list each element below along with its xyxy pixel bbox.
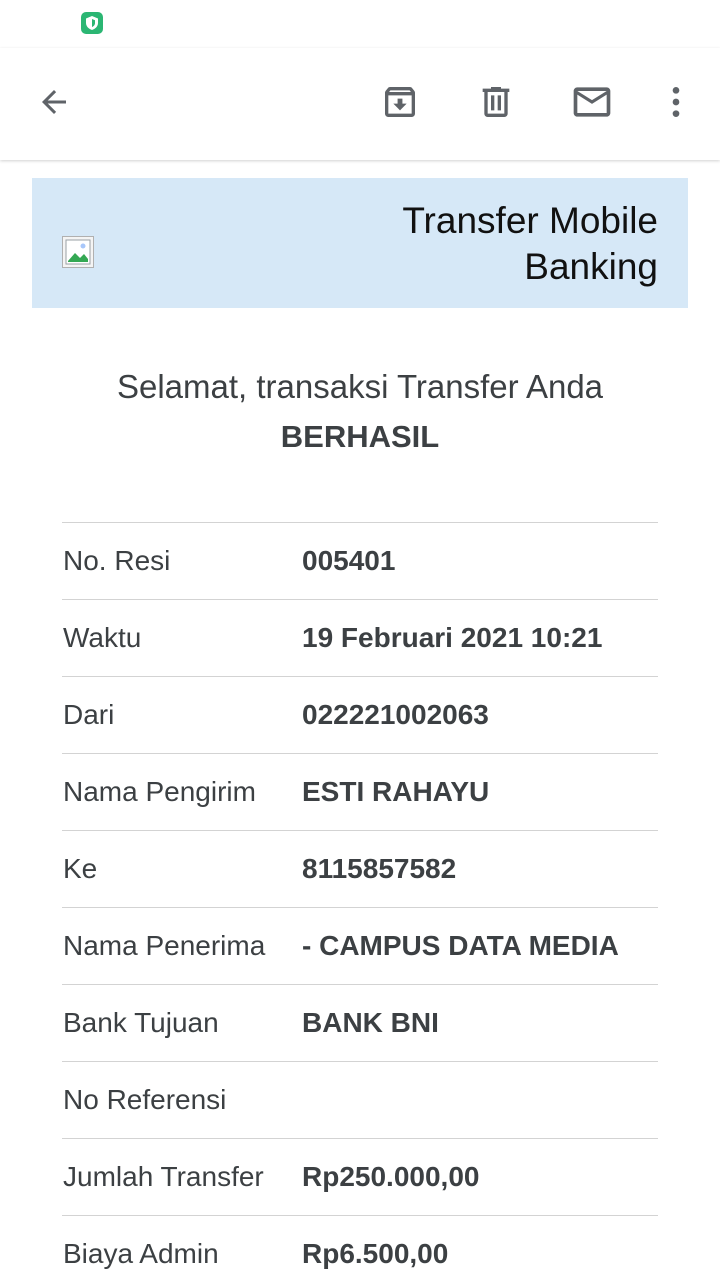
- row-value: Rp250.000,00: [302, 1161, 480, 1192]
- row-label: Dari: [63, 699, 115, 730]
- more-vert-icon: [672, 87, 680, 117]
- row-label: Nama Penerima: [63, 930, 266, 961]
- arrow-back-icon: [42, 90, 66, 114]
- delete-button[interactable]: [472, 78, 520, 126]
- archive-button[interactable]: [376, 78, 424, 126]
- app-toolbar: [0, 48, 720, 160]
- transaction-headline: Selamat, transaksi Transfer Anda BERHASI…: [0, 362, 720, 462]
- banner-title-line1: Transfer Mobile: [402, 200, 658, 241]
- status-bar: [0, 0, 720, 48]
- transaction-status: BERHASIL: [280, 419, 440, 454]
- table-row: Nama Pengirim ESTI RAHAYU: [62, 754, 658, 831]
- row-value: 005401: [302, 545, 396, 576]
- row-value: - CAMPUS DATA MEDIA: [302, 930, 619, 961]
- transaction-details-table: No. Resi 005401 Waktu 19 Februari 2021 10:…: [62, 522, 658, 1280]
- row-label: Biaya Admin: [63, 1238, 219, 1269]
- banner-title-line2: Banking: [524, 246, 658, 287]
- row-value: ESTI RAHAYU: [302, 776, 490, 807]
- row-value: 19 Februari 2021 10:21: [302, 622, 603, 653]
- row-label: Nama Pengirim: [63, 776, 256, 807]
- headline-text: Selamat, transaksi Transfer Anda: [116, 368, 604, 405]
- table-row: Dari 022221002063: [62, 677, 658, 754]
- table-row: Nama Penerima - CAMPUS DATA MEDIA: [62, 908, 658, 985]
- email-banner: Transfer Mobile Banking: [32, 178, 688, 308]
- row-label: No. Resi: [63, 545, 171, 576]
- row-label: Ke: [63, 853, 98, 884]
- table-row: Biaya Admin Rp6.500,00: [62, 1216, 658, 1280]
- delete-icon: [482, 87, 510, 117]
- row-label: Bank Tujuan: [63, 1007, 219, 1038]
- table-row: No Referensi: [62, 1062, 658, 1139]
- row-value: 8115857582: [302, 853, 457, 884]
- row-label: No Referensi: [63, 1084, 227, 1115]
- shield-icon: [81, 12, 103, 34]
- table-row: Waktu 19 Februari 2021 10:21: [62, 600, 658, 677]
- row-value: Rp6.500,00: [302, 1238, 449, 1269]
- banner-title: Transfer Mobile Banking: [318, 198, 658, 290]
- mark-unread-button[interactable]: [568, 78, 616, 126]
- table-row: Ke 8115857582: [62, 831, 658, 908]
- row-label: Waktu: [63, 622, 142, 653]
- row-value: BANK BNI: [302, 1007, 439, 1038]
- back-button[interactable]: [30, 78, 78, 126]
- table-row: Jumlah Transfer Rp250.000,00: [62, 1139, 658, 1216]
- broken-image-icon: [62, 236, 94, 268]
- row-value: 022221002063: [302, 699, 489, 730]
- table-row: No. Resi 005401: [62, 523, 658, 600]
- table-row: Bank Tujuan BANK BNI: [62, 985, 658, 1062]
- mail-icon: [573, 87, 611, 117]
- more-options-button[interactable]: [652, 78, 700, 126]
- archive-icon: [385, 87, 415, 117]
- email-body: Transfer Mobile Banking Selamat, transak…: [0, 162, 720, 1280]
- row-label: Jumlah Transfer: [63, 1161, 264, 1192]
